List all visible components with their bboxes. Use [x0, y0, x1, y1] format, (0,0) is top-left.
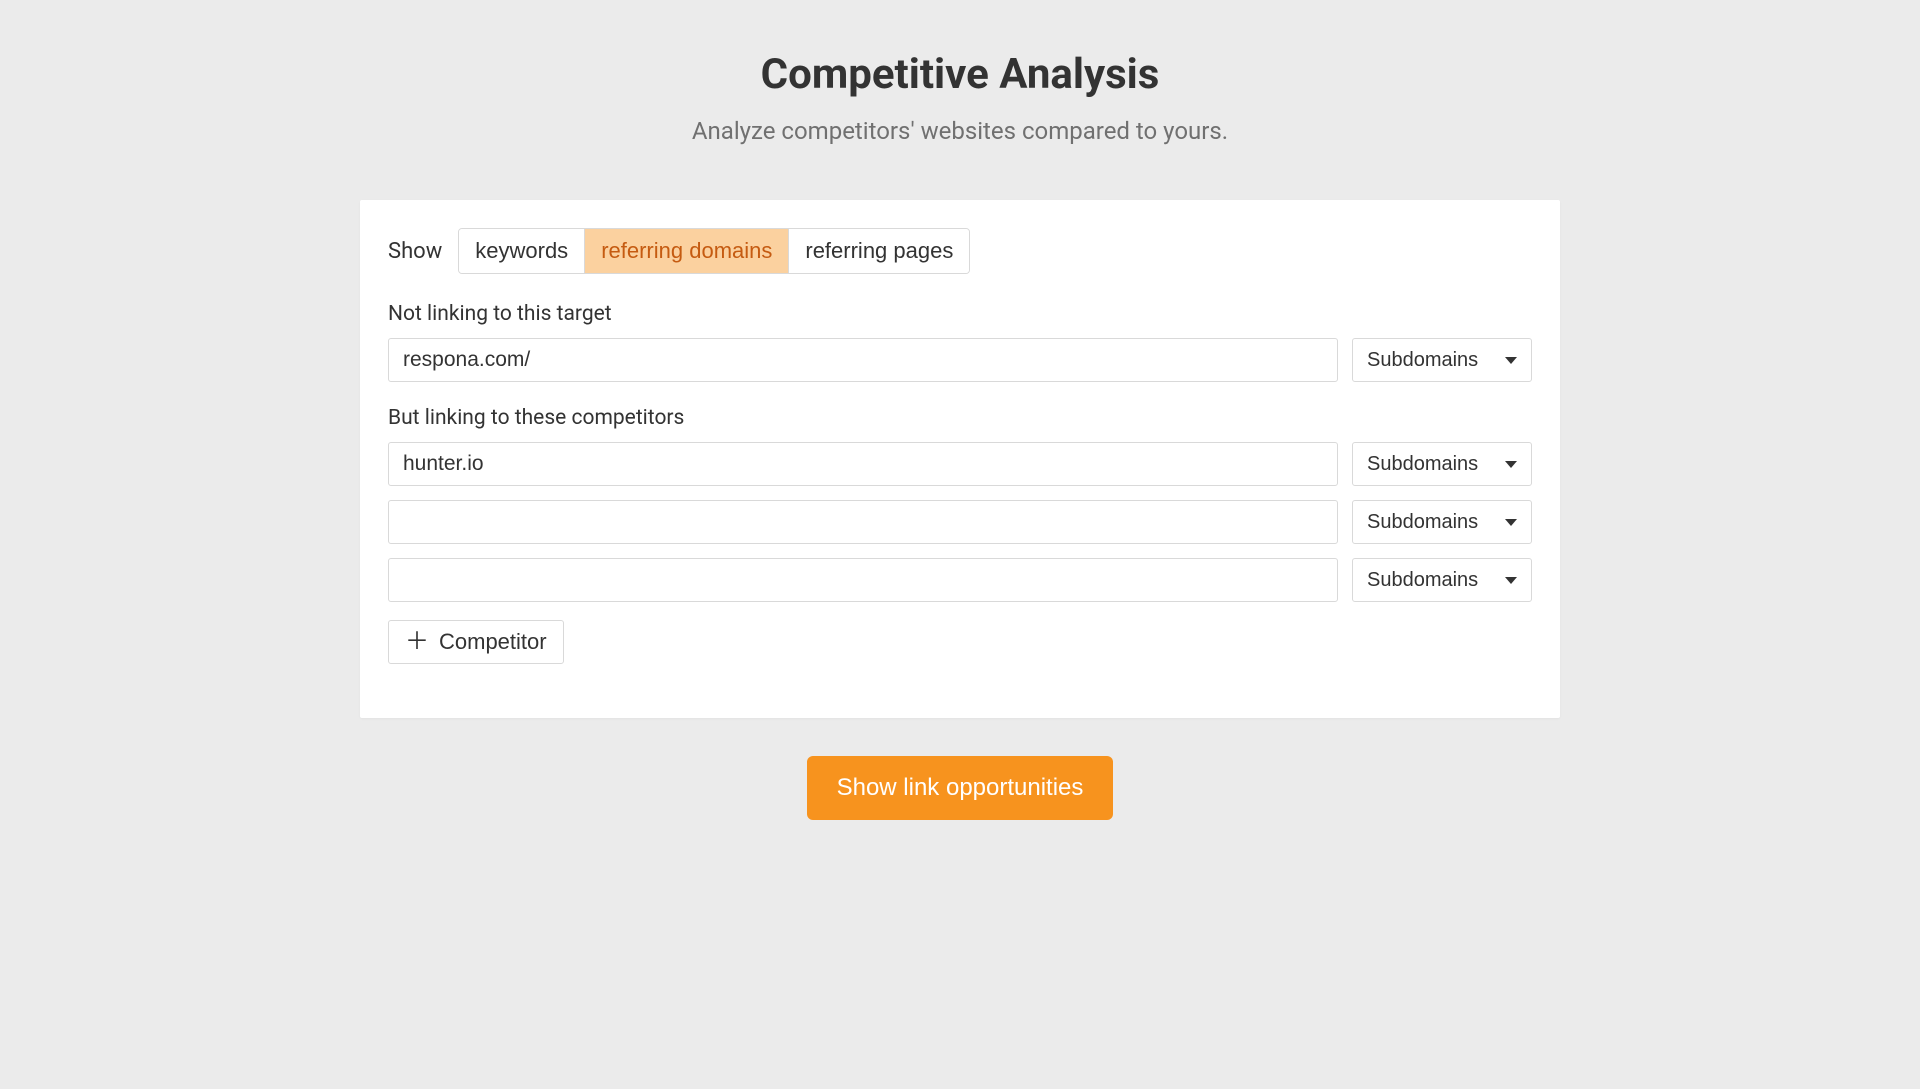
page-title: Competitive Analysis [761, 50, 1160, 99]
competitors-inputs: Subdomains Subdomains Subdomains [388, 442, 1532, 602]
caret-down-icon [1505, 577, 1517, 584]
target-scope-value: Subdomains [1367, 349, 1478, 372]
show-label: Show [388, 239, 442, 264]
caret-down-icon [1505, 461, 1517, 468]
target-scope-select[interactable]: Subdomains [1352, 338, 1532, 382]
plus-icon: ＋ [405, 630, 429, 654]
page-subtitle: Analyze competitors' websites compared t… [692, 117, 1228, 145]
competitor-row: Subdomains [388, 558, 1532, 602]
competitor-scope-value: Subdomains [1367, 453, 1478, 476]
competitor-scope-select[interactable]: Subdomains [1352, 500, 1532, 544]
tab-keywords[interactable]: keywords [459, 229, 585, 273]
show-tab-group: keywords referring domains referring pag… [458, 228, 970, 274]
competitor-scope-select[interactable]: Subdomains [1352, 442, 1532, 486]
tab-referring-pages[interactable]: referring pages [789, 229, 969, 273]
add-competitor-label: Competitor [439, 629, 547, 655]
tab-referring-domains[interactable]: referring domains [585, 229, 789, 273]
caret-down-icon [1505, 357, 1517, 364]
competitor-row: Subdomains [388, 500, 1532, 544]
target-input-row: Subdomains [388, 338, 1532, 382]
analysis-card: Show keywords referring domains referrin… [360, 200, 1560, 718]
competitor-input[interactable] [388, 558, 1338, 602]
target-input[interactable] [388, 338, 1338, 382]
show-link-opportunities-button[interactable]: Show link opportunities [807, 756, 1114, 820]
competitor-scope-value: Subdomains [1367, 511, 1478, 534]
competitors-label: But linking to these competitors [388, 406, 1532, 430]
caret-down-icon [1505, 519, 1517, 526]
competitor-scope-select[interactable]: Subdomains [1352, 558, 1532, 602]
show-row: Show keywords referring domains referrin… [388, 228, 1532, 274]
add-competitor-button[interactable]: ＋ Competitor [388, 620, 564, 664]
target-label: Not linking to this target [388, 302, 1532, 326]
competitor-input[interactable] [388, 500, 1338, 544]
target-section: Not linking to this target Subdomains [388, 302, 1532, 382]
competitor-scope-value: Subdomains [1367, 569, 1478, 592]
competitor-row: Subdomains [388, 442, 1532, 486]
competitors-section: But linking to these competitors Subdoma… [388, 406, 1532, 664]
competitor-input[interactable] [388, 442, 1338, 486]
